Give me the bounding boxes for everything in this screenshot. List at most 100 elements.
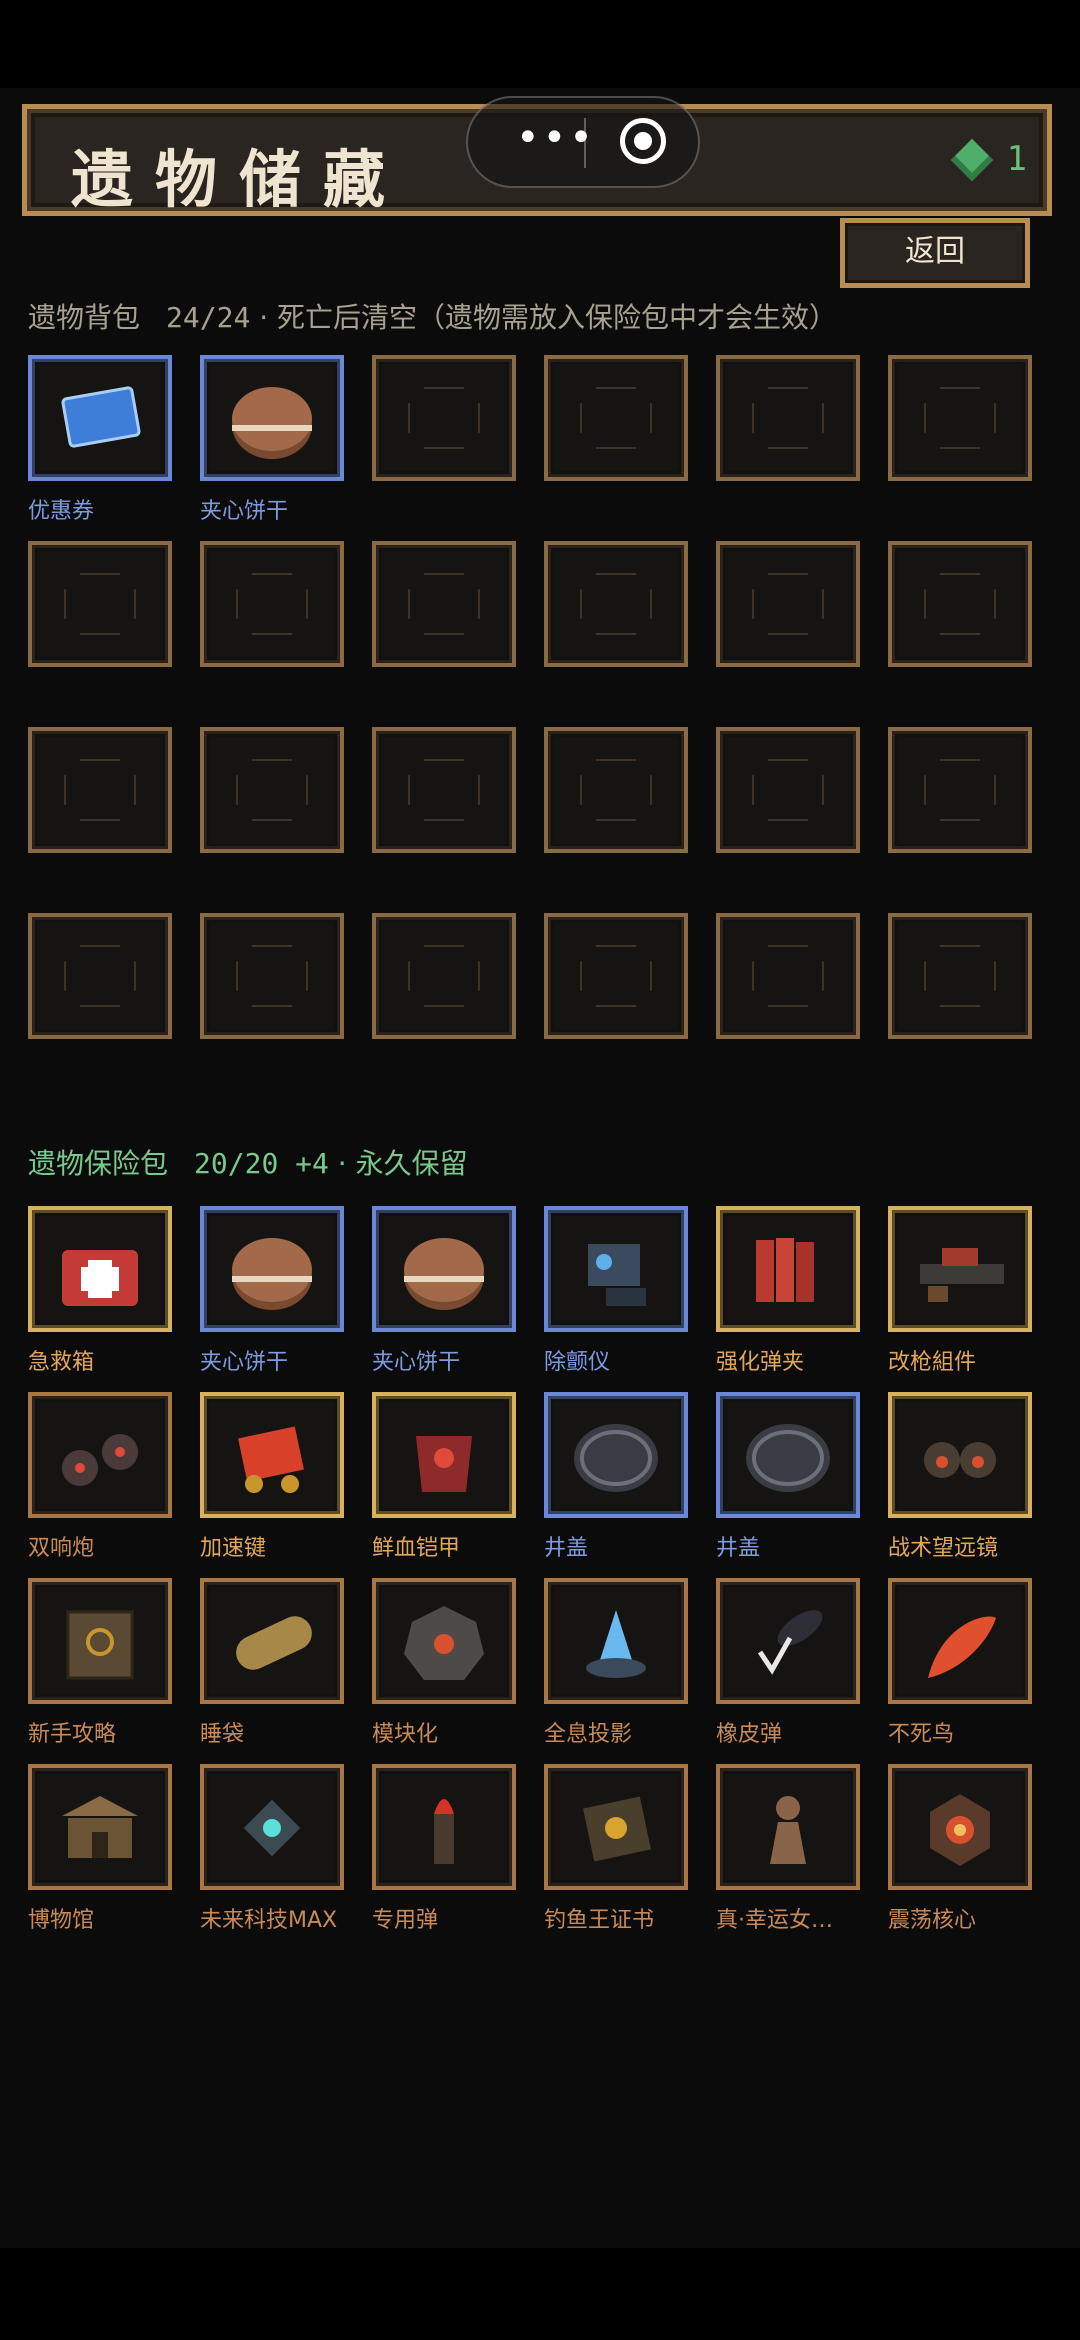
item-label: 震荡核心 — [888, 1908, 977, 1933]
empty-slot[interactable] — [28, 727, 172, 853]
back-button[interactable]: 返回 — [840, 218, 1030, 288]
item-label: 新手攻略 — [28, 1722, 117, 1747]
item-label: 不死鸟 — [888, 1722, 955, 1747]
manhole-cover-icon — [574, 1424, 658, 1492]
double-firecracker-icon — [62, 1434, 138, 1486]
item-slot[interactable] — [888, 1392, 1032, 1518]
item-label: 专用弹 — [372, 1908, 439, 1933]
safe-note: · 永久保留 — [337, 1147, 468, 1180]
item-slot[interactable] — [200, 355, 344, 481]
sleeping-bag-icon — [236, 1616, 312, 1670]
item-label: 急救箱 — [28, 1350, 95, 1375]
empty-slot[interactable] — [372, 355, 516, 481]
empty-slot[interactable] — [372, 727, 516, 853]
bag-count: 24/24 — [166, 301, 251, 334]
item-slot[interactable] — [716, 1764, 860, 1890]
item-label: 改枪組件 — [888, 1350, 977, 1375]
gem-count: 1 — [1006, 139, 1027, 179]
bag-name: 遗物背包 — [28, 301, 141, 334]
gun-mod-kit-icon — [920, 1248, 1004, 1302]
sandwich-cookie-icon — [232, 387, 312, 459]
item-slot[interactable] — [372, 1578, 516, 1704]
item-slot[interactable] — [716, 1206, 860, 1332]
item-slot[interactable] — [888, 1578, 1032, 1704]
item-label: 双响炮 — [28, 1536, 95, 1561]
item-slot[interactable] — [372, 1392, 516, 1518]
blood-armor-icon — [416, 1436, 472, 1492]
empty-slot[interactable] — [28, 541, 172, 667]
empty-slot[interactable] — [716, 727, 860, 853]
empty-slot[interactable] — [544, 727, 688, 853]
reinforced-magazine-icon — [756, 1238, 814, 1302]
item-slot[interactable] — [200, 1392, 344, 1518]
item-slot[interactable] — [888, 1206, 1032, 1332]
item-label: 全息投影 — [544, 1722, 633, 1747]
empty-slot[interactable] — [200, 727, 344, 853]
item-slot[interactable] — [28, 1578, 172, 1704]
guidebook-icon — [66, 1610, 134, 1680]
empty-slot[interactable] — [716, 541, 860, 667]
empty-slot[interactable] — [888, 727, 1032, 853]
item-slot[interactable] — [888, 1764, 1032, 1890]
empty-slot[interactable] — [544, 355, 688, 481]
item-slot[interactable] — [544, 1764, 688, 1890]
lucky-goddess-icon — [770, 1796, 806, 1864]
item-slot[interactable] — [28, 1392, 172, 1518]
empty-slot[interactable] — [200, 541, 344, 667]
item-slot[interactable] — [200, 1206, 344, 1332]
item-label: 博物馆 — [28, 1908, 95, 1933]
speed-up-key-icon — [238, 1426, 304, 1493]
empty-slot[interactable] — [544, 541, 688, 667]
item-slot[interactable] — [544, 1206, 688, 1332]
item-label: 橡皮弹 — [716, 1722, 783, 1747]
item-label: 强化弹夹 — [716, 1350, 805, 1375]
future-tech-icon — [243, 1799, 301, 1857]
empty-slot[interactable] — [888, 913, 1032, 1039]
item-label: 鲜血铠甲 — [372, 1536, 461, 1561]
bag-section-label: 遗物背包 24/24 · 死亡后清空（遗物需放入保险包中才会生效） — [28, 296, 837, 336]
modular-core-icon — [404, 1606, 484, 1680]
manhole-cover-icon — [746, 1424, 830, 1492]
empty-slot[interactable] — [888, 355, 1032, 481]
safe-section-label: 遗物保险包 20/20 +4 · 永久保留 — [28, 1142, 468, 1182]
sandwich-cookie-icon — [232, 1238, 312, 1310]
item-slot[interactable] — [372, 1764, 516, 1890]
item-label: 井盖 — [544, 1536, 589, 1561]
sandwich-cookie-icon — [404, 1238, 484, 1310]
bag-note: · 死亡后清空（遗物需放入保险包中才会生效） — [259, 301, 838, 334]
empty-slot[interactable] — [28, 913, 172, 1039]
item-label: 夹心饼干 — [372, 1350, 461, 1375]
empty-slot[interactable] — [716, 913, 860, 1039]
page-title: 遗物储藏 — [71, 143, 408, 216]
item-label: 未来科技MAX — [200, 1908, 338, 1933]
rubber-bullet-icon — [757, 1610, 823, 1675]
item-slot[interactable] — [544, 1392, 688, 1518]
safe-count: 20/20 +4 — [194, 1147, 329, 1180]
item-label: 模块化 — [372, 1722, 439, 1747]
item-label: 夹心饼干 — [200, 1350, 289, 1375]
empty-slot[interactable] — [888, 541, 1032, 667]
item-label: 夹心饼干 — [200, 499, 289, 524]
empty-slot[interactable] — [200, 913, 344, 1039]
coupon-icon — [61, 386, 141, 448]
item-slot[interactable] — [28, 1764, 172, 1890]
item-slot[interactable] — [200, 1764, 344, 1890]
special-bullet-icon — [434, 1799, 454, 1864]
item-slot[interactable] — [28, 355, 172, 481]
item-slot[interactable] — [716, 1392, 860, 1518]
item-slot[interactable] — [544, 1578, 688, 1704]
empty-slot[interactable] — [544, 913, 688, 1039]
empty-slot[interactable] — [372, 541, 516, 667]
item-slot[interactable] — [372, 1206, 516, 1332]
empty-slot[interactable] — [372, 913, 516, 1039]
binoculars-icon — [924, 1442, 996, 1478]
item-label: 战术望远镜 — [888, 1536, 999, 1561]
item-label: 加速键 — [200, 1536, 267, 1561]
item-slot[interactable] — [200, 1578, 344, 1704]
item-slot[interactable] — [716, 1578, 860, 1704]
first-aid-kit-icon — [62, 1250, 138, 1306]
item-slot[interactable] — [28, 1206, 172, 1332]
close-target-icon[interactable] — [620, 118, 666, 164]
empty-slot[interactable] — [716, 355, 860, 481]
more-icon[interactable]: ••• — [516, 118, 593, 158]
